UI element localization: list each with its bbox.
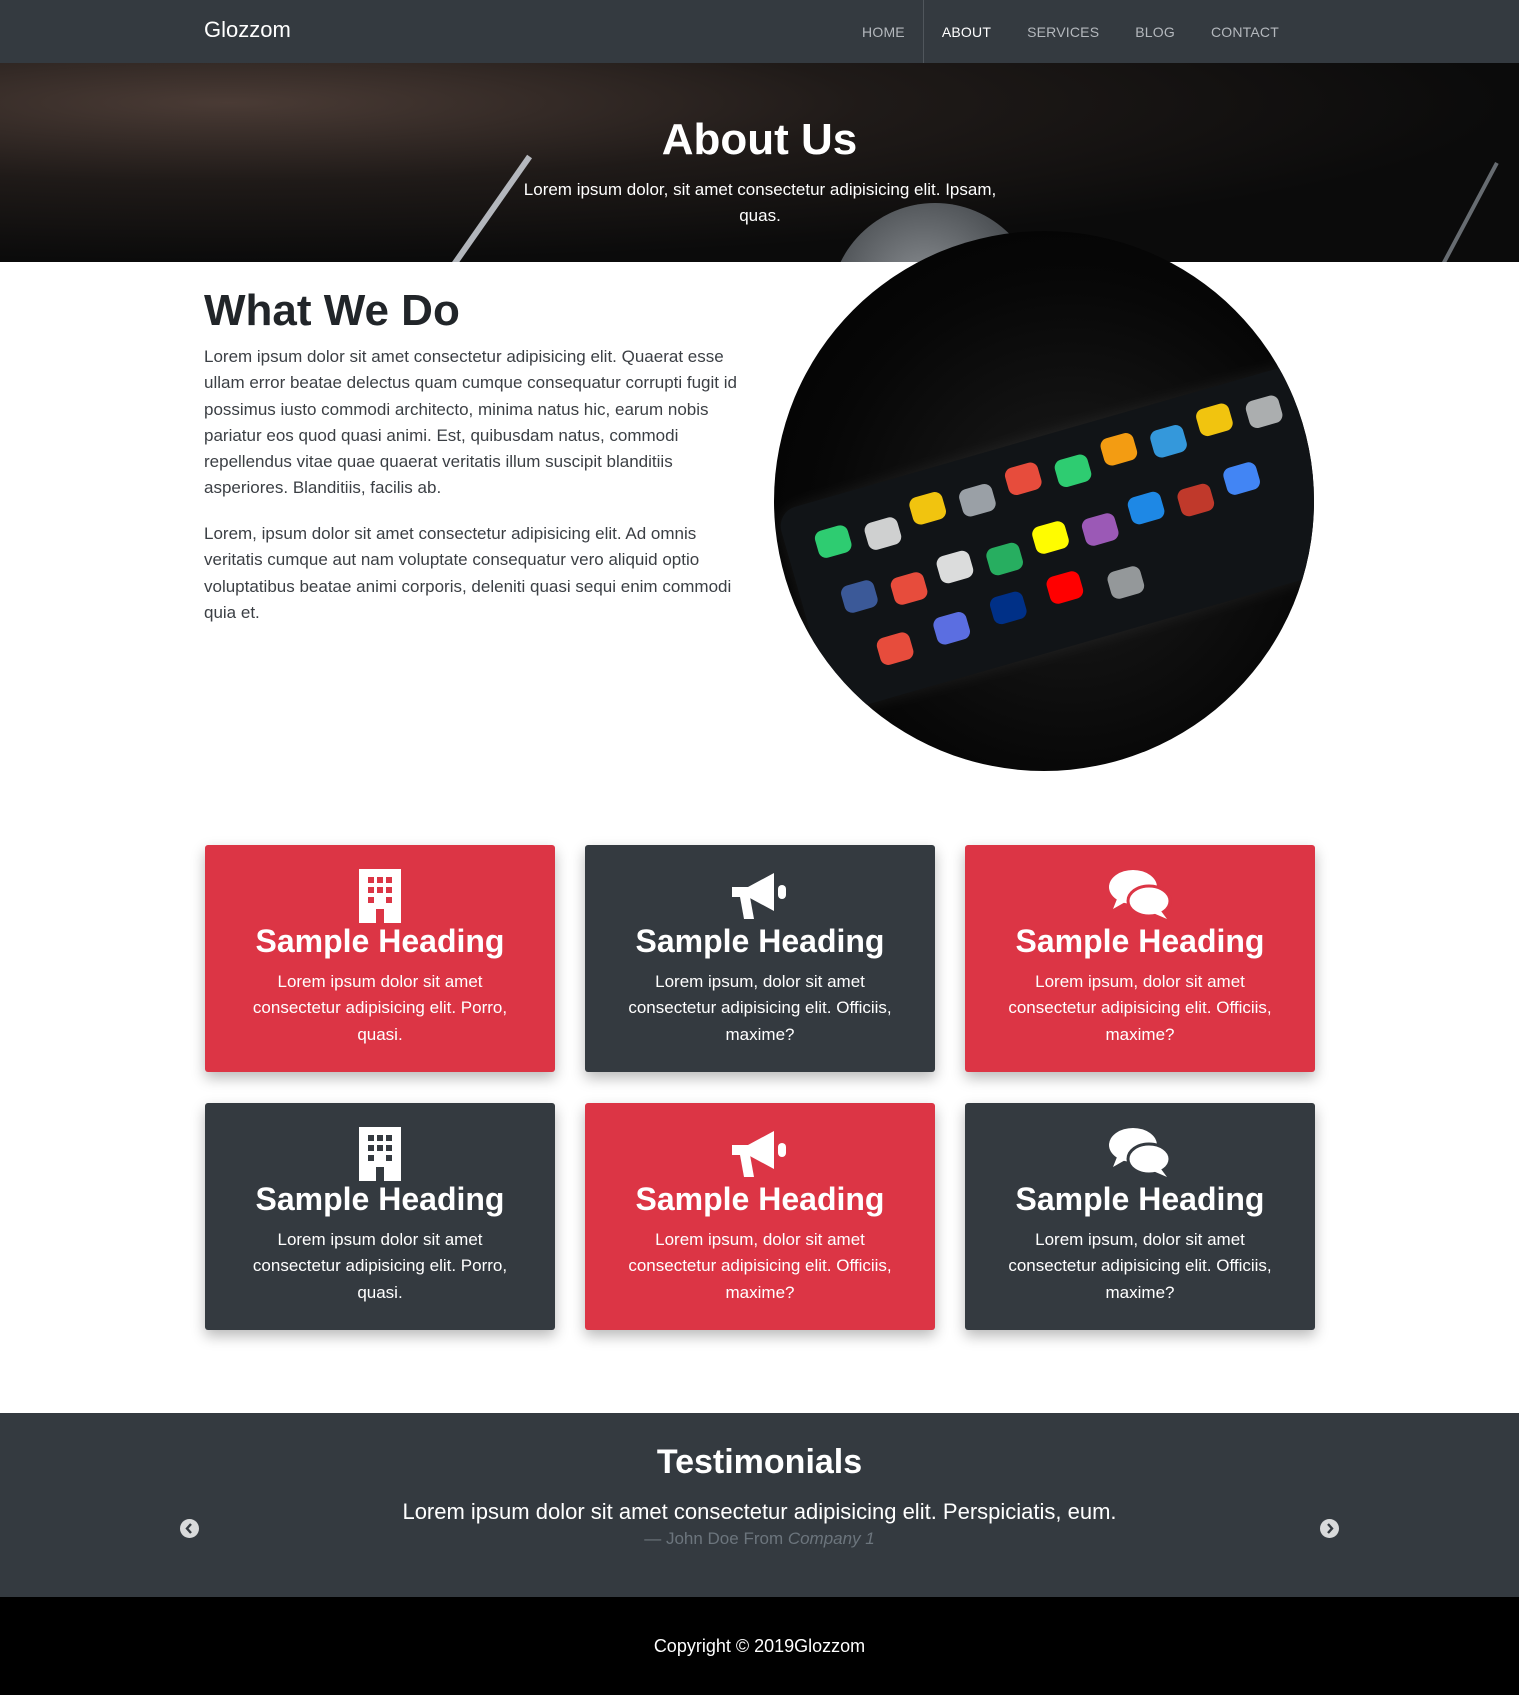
bullhorn-icon — [585, 867, 935, 925]
hero-background-detail — [1415, 162, 1499, 262]
phone-screen — [775, 357, 1314, 715]
card-text: Lorem ipsum, dolor sit amet consectetur … — [1008, 972, 1272, 1044]
card-heading: Sample Heading — [635, 923, 885, 959]
comments-icon — [965, 1125, 1315, 1183]
nav-item-services[interactable]: SERVICES — [1009, 0, 1117, 63]
card-text: Lorem ipsum dolor sit amet consectetur a… — [252, 1230, 508, 1302]
feature-card: Sample Heading Lorem ipsum dolor sit ame… — [205, 845, 555, 1072]
card-text: Lorem ipsum, dolor sit amet consectetur … — [628, 972, 892, 1044]
what-we-do-heading: What We Do — [204, 286, 460, 335]
testimonials-section: Testimonials Lorem ipsum dolor sit amet … — [0, 1413, 1519, 1597]
testimonial-company: Company 1 — [787, 1529, 875, 1548]
testimonial-quote: Lorem ipsum dolor sit amet consectetur a… — [402, 1499, 1117, 1524]
card-heading: Sample Heading — [255, 923, 505, 959]
testimonial-author-name: — John Doe From — [644, 1529, 788, 1548]
feature-card: Sample Heading Lorem ipsum, dolor sit am… — [965, 845, 1315, 1072]
card-heading: Sample Heading — [635, 1181, 885, 1217]
navbar: Glozzom HOME ABOUT SERVICES BLOG CONTACT — [0, 0, 1519, 63]
what-we-do-paragraph-1: Lorem ipsum dolor sit amet consectetur a… — [204, 347, 737, 498]
feature-card: Sample Heading Lorem ipsum, dolor sit am… — [585, 845, 935, 1072]
nav-item-home[interactable]: HOME — [844, 0, 923, 63]
hero-title: About Us — [661, 115, 858, 164]
card-text: Lorem ipsum, dolor sit amet consectetur … — [628, 1230, 892, 1302]
nav-item-blog[interactable]: BLOG — [1117, 0, 1193, 63]
what-we-do-paragraph-2: Lorem, ipsum dolor sit amet consectetur … — [204, 524, 732, 622]
brand-logo[interactable]: Glozzom — [204, 17, 291, 43]
card-text: Lorem ipsum, dolor sit amet consectetur … — [1008, 1230, 1272, 1302]
card-text: Lorem ipsum dolor sit amet consectetur a… — [252, 972, 508, 1044]
footer: Copyright © 2019Glozzom — [0, 1597, 1519, 1695]
feature-card: Sample Heading Lorem ipsum, dolor sit am… — [585, 1103, 935, 1330]
nav-menu: HOME ABOUT SERVICES BLOG CONTACT — [844, 0, 1297, 63]
chevron-right-icon[interactable] — [1320, 1519, 1339, 1538]
feature-card: Sample Heading Lorem ipsum, dolor sit am… — [965, 1103, 1315, 1330]
testimonial-author: — John Doe From Company 1 — [0, 1529, 1519, 1549]
card-heading: Sample Heading — [1015, 1181, 1265, 1217]
chevron-left-icon[interactable] — [180, 1519, 199, 1538]
card-heading: Sample Heading — [1015, 923, 1265, 959]
building-icon — [205, 1125, 555, 1183]
bullhorn-icon — [585, 1125, 935, 1183]
hero-subtitle: Lorem ipsum dolor, sit amet consectetur … — [523, 180, 997, 225]
testimonials-heading: Testimonials — [656, 1443, 863, 1481]
copyright-text: Copyright © 2019Glozzom — [653, 1636, 866, 1656]
hero-banner: About Us Lorem ipsum dolor, sit amet con… — [0, 63, 1519, 262]
feature-card: Sample Heading Lorem ipsum dolor sit ame… — [205, 1103, 555, 1330]
comments-icon — [965, 867, 1315, 925]
nav-item-about[interactable]: ABOUT — [922, 0, 1009, 63]
card-heading: Sample Heading — [255, 1181, 505, 1217]
building-icon — [205, 867, 555, 925]
smartphone-apps-image — [774, 231, 1314, 771]
nav-item-contact[interactable]: CONTACT — [1193, 0, 1297, 63]
